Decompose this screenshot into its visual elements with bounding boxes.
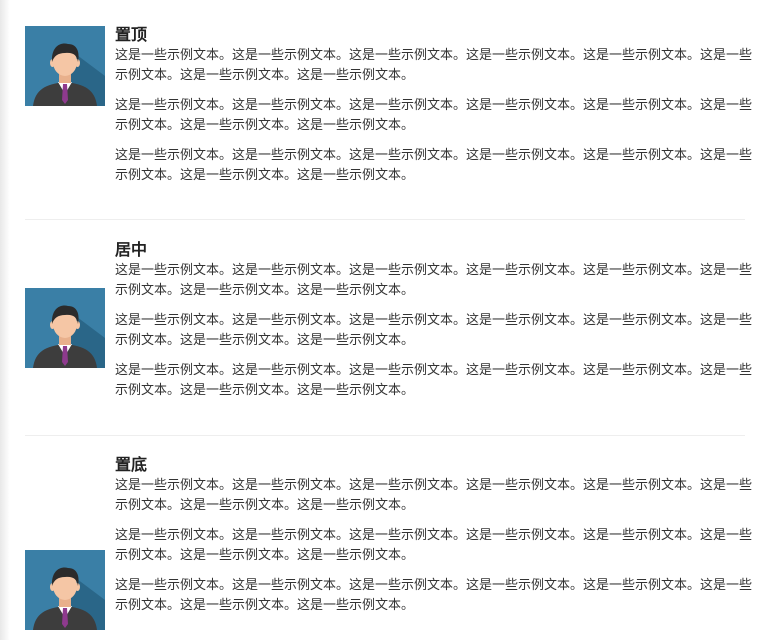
- body-paragraph: 这是一些示例文本。这是一些示例文本。这是一些示例文本。这是一些示例文本。这是一些…: [115, 263, 753, 298]
- media-heading: 居中: [115, 240, 148, 259]
- body-paragraph: 这是一些示例文本。这是一些示例文本。这是一些示例文本。这是一些示例文本。这是一些…: [115, 478, 753, 513]
- divider: [25, 435, 745, 436]
- divider: [25, 219, 745, 220]
- media-body: 置顶 这是一些示例文本。这是一些示例文本。这是一些示例文本。这是一些示例文本。这…: [115, 24, 755, 196]
- body-paragraph: 这是一些示例文本。这是一些示例文本。这是一些示例文本。这是一些示例文本。这是一些…: [115, 313, 753, 348]
- media-object-bottom: 置底 这是一些示例文本。这是一些示例文本。这是一些示例文本。这是一些示例文本。这…: [25, 454, 752, 630]
- media-heading: 置底: [115, 455, 148, 474]
- media-body: 置底 这是一些示例文本。这是一些示例文本。这是一些示例文本。这是一些示例文本。这…: [115, 454, 755, 626]
- businessman-avatar-icon: [25, 550, 105, 630]
- avatar: [25, 26, 105, 106]
- media-heading: 置顶: [115, 25, 148, 44]
- avatar: [25, 550, 105, 630]
- body-paragraph: 这是一些示例文本。这是一些示例文本。这是一些示例文本。这是一些示例文本。这是一些…: [115, 363, 753, 398]
- media-object-top: 置顶 这是一些示例文本。这是一些示例文本。这是一些示例文本。这是一些示例文本。这…: [25, 24, 752, 194]
- page-left-shadow: [0, 0, 10, 640]
- media-object-middle: 居中 这是一些示例文本。这是一些示例文本。这是一些示例文本。这是一些示例文本。这…: [25, 239, 752, 409]
- body-paragraph: 这是一些示例文本。这是一些示例文本。这是一些示例文本。这是一些示例文本。这是一些…: [115, 48, 753, 83]
- body-paragraph: 这是一些示例文本。这是一些示例文本。这是一些示例文本。这是一些示例文本。这是一些…: [115, 578, 753, 613]
- body-paragraph: 这是一些示例文本。这是一些示例文本。这是一些示例文本。这是一些示例文本。这是一些…: [115, 528, 753, 563]
- media-body: 居中 这是一些示例文本。这是一些示例文本。这是一些示例文本。这是一些示例文本。这…: [115, 239, 755, 411]
- avatar: [25, 288, 105, 368]
- body-paragraph: 这是一些示例文本。这是一些示例文本。这是一些示例文本。这是一些示例文本。这是一些…: [115, 148, 753, 183]
- body-paragraph: 这是一些示例文本。这是一些示例文本。这是一些示例文本。这是一些示例文本。这是一些…: [115, 98, 753, 133]
- businessman-avatar-icon: [25, 288, 105, 368]
- businessman-avatar-icon: [25, 26, 105, 106]
